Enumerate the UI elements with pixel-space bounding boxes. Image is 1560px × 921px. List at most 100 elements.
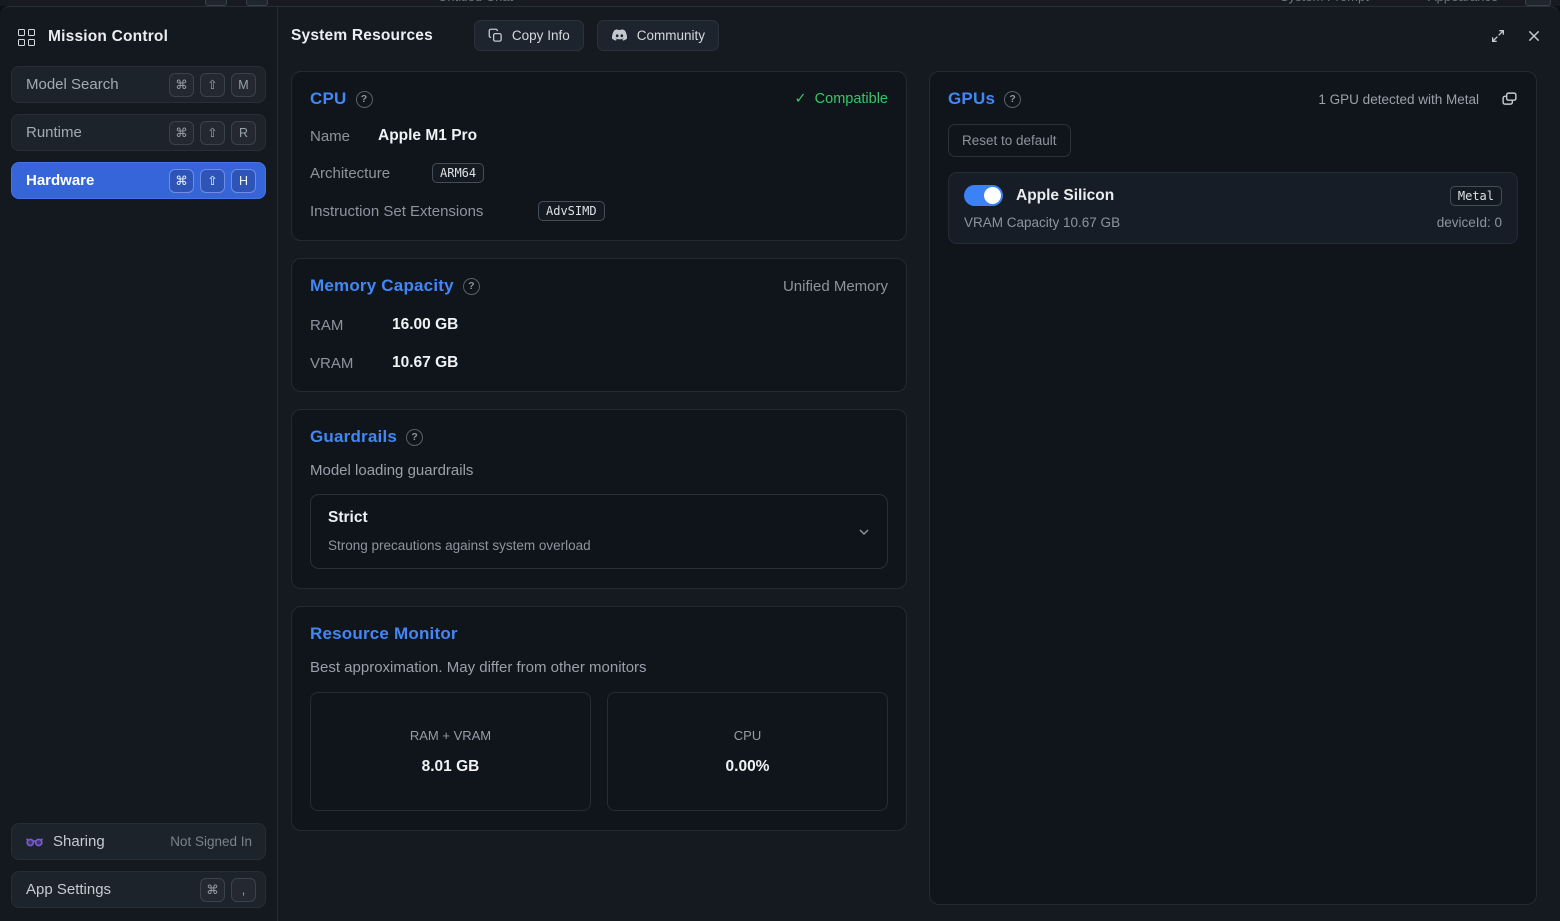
gpus-title: GPUs [948,89,995,109]
guardrails-card: Guardrails ? Model loading guardrails St… [291,409,907,589]
sidebar-item-label: Hardware [26,172,169,189]
background-chat-tab-label: Untitled Chat [438,0,513,4]
gpu-device-row: Apple Silicon Metal VRAM Capacity 10.67 … [948,172,1518,244]
guardrails-select[interactable]: Strict Strong precautions against system… [310,494,888,569]
gpu-detected-note: 1 GPU detected with Metal [1318,92,1479,107]
guardrails-help-icon[interactable]: ? [406,429,423,446]
community-label: Community [637,28,705,43]
guardrails-subtitle: Model loading guardrails [310,462,888,479]
copy-icon [488,28,503,43]
left-column: CPU ? ✓ Compatible Name Apple M1 Pro [291,71,907,905]
sidebar-item-label: Model Search [26,76,169,93]
shift-key-badge: ⇧ [200,169,225,193]
gpu-enable-toggle[interactable] [964,185,1003,206]
cpu-card-title: CPU [310,89,347,109]
content-area: CPU ? ✓ Compatible Name Apple M1 Pro [278,64,1560,921]
chevron-down-icon [856,524,872,540]
cpu-name-value: Apple M1 Pro [378,127,477,145]
sidebar-item-app-settings[interactable]: App Settings ⌘ , [11,871,266,908]
mission-control-window: Mission Control Model Search ⌘ ⇧ M Runti… [0,6,1560,921]
memory-capacity-card: Memory Capacity ? Unified Memory RAM 16.… [291,258,907,392]
gpu-backend-badge: Metal [1450,186,1502,206]
compatible-status-badge: Compatible [815,91,888,107]
shortcut-keys: ⌘ , [200,878,256,902]
copy-info-button[interactable]: Copy Info [474,20,584,51]
gpu-device-id: deviceId: 0 [1437,215,1502,230]
guardrails-selected-description: Strong precautions against system overlo… [328,538,843,553]
sharing-goggles-icon [26,836,43,848]
unified-memory-tag: Unified Memory [783,278,888,295]
compatible-check-icon: ✓ [795,91,807,107]
app-root: Untitled Chat System Prompt Appearance M… [0,0,1560,921]
cmd-key-badge: ⌘ [169,73,194,97]
letter-key-badge: H [231,169,256,193]
toggle-knob [984,187,1001,204]
app-settings-label: App Settings [26,881,200,898]
resource-monitor-card: Resource Monitor Best approximation. May… [291,606,907,831]
sidebar-item-hardware[interactable]: Hardware ⌘ ⇧ H [11,162,266,199]
metric-value: 0.00% [726,758,770,776]
letter-key-badge: R [231,121,256,145]
memory-card-title: Memory Capacity [310,276,454,296]
sidebar-footer: Sharing Not Signed In App Settings ⌘ , [0,823,277,921]
close-icon[interactable] [1526,28,1542,44]
background-system-prompt-label: System Prompt [1280,0,1369,4]
ram-label: RAM [310,317,392,334]
cmd-key-badge: ⌘ [169,121,194,145]
system-resources-main: System Resources Copy Info Community [278,7,1560,921]
shortcut-keys: ⌘ ⇧ R [169,121,256,145]
gpu-vram-capacity: VRAM Capacity 10.67 GB [964,215,1120,230]
guardrails-card-title: Guardrails [310,427,397,447]
sharing-status: Not Signed In [170,834,256,849]
vram-value: 10.67 GB [392,354,458,372]
letter-key-badge: M [231,73,256,97]
cpu-arch-label: Architecture [310,165,432,182]
metric-label: CPU [734,728,761,743]
ram-value: 16.00 GB [392,316,458,334]
mission-control-sidebar: Mission Control Model Search ⌘ ⇧ M Runti… [0,7,278,921]
sidebar-title: Mission Control [48,28,168,46]
main-header: System Resources Copy Info Community [278,7,1560,64]
gpus-help-icon[interactable]: ? [1004,91,1021,108]
discord-icon [611,29,628,42]
cpu-card: CPU ? ✓ Compatible Name Apple M1 Pro [291,71,907,241]
shortcut-keys: ⌘ ⇧ H [169,169,256,193]
resource-monitor-title: Resource Monitor [310,624,458,644]
cpu-isa-label: Instruction Set Extensions [310,203,538,220]
expand-icon[interactable] [1490,28,1506,44]
vram-label: VRAM [310,355,392,372]
guardrails-selected-option: Strict [328,509,843,527]
page-title: System Resources [291,27,433,45]
sidebar-header: Mission Control [0,7,277,66]
sidebar-item-sharing[interactable]: Sharing Not Signed In [11,823,266,860]
shortcut-keys: ⌘ ⇧ M [169,73,256,97]
shift-key-badge: ⇧ [200,73,225,97]
metric-label: RAM + VRAM [410,728,491,743]
comma-key-badge: , [231,878,256,902]
sharing-label: Sharing [53,833,170,850]
ram-vram-metric-box: RAM + VRAM 8.01 GB [310,692,591,811]
copy-info-label: Copy Info [512,28,570,43]
cpu-name-label: Name [310,128,378,145]
resource-monitor-subtitle: Best approximation. May differ from othe… [310,659,888,676]
sidebar-item-runtime[interactable]: Runtime ⌘ ⇧ R [11,114,266,151]
sidebar-item-label: Runtime [26,124,169,141]
copy-gpu-info-icon[interactable] [1501,91,1518,108]
cmd-key-badge: ⌘ [200,878,225,902]
memory-help-icon[interactable]: ? [463,278,480,295]
mission-control-grid-icon [18,29,35,46]
shift-key-badge: ⇧ [200,121,225,145]
community-button[interactable]: Community [597,20,719,51]
gpu-name: Apple Silicon [1016,187,1114,205]
sidebar-item-model-search[interactable]: Model Search ⌘ ⇧ M [11,66,266,103]
background-appearance-label: Appearance [1428,0,1498,4]
gpus-panel: GPUs ? 1 GPU detected with Metal [929,71,1537,905]
metric-value: 8.01 GB [422,758,480,776]
cpu-metric-box: CPU 0.00% [607,692,888,811]
window-controls [1490,28,1542,44]
cpu-arch-badge: ARM64 [432,163,484,183]
cpu-help-icon[interactable]: ? [356,91,373,108]
cpu-isa-badge: AdvSIMD [538,201,605,221]
reset-to-default-button[interactable]: Reset to default [948,124,1071,157]
cmd-key-badge: ⌘ [169,169,194,193]
